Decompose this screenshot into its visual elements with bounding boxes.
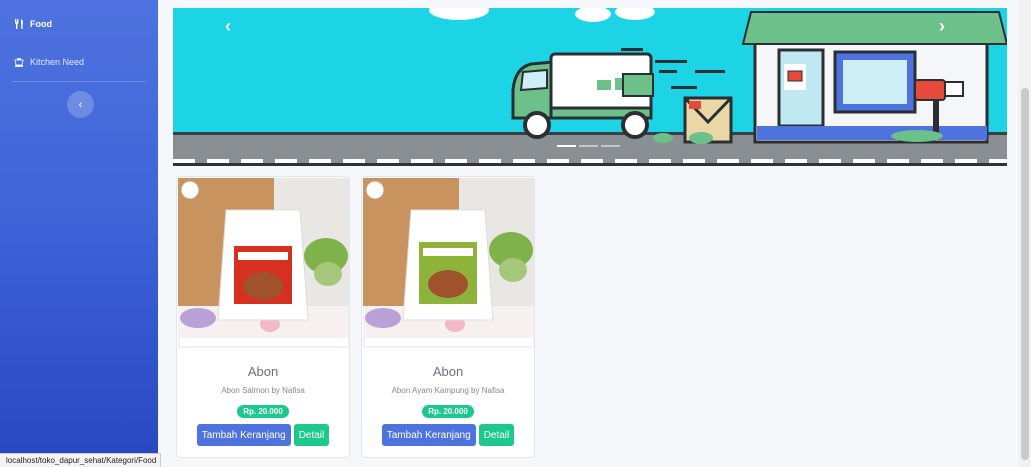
product-description: Abon Ayam Kampung by Nafisa [391,386,505,395]
carousel-next-button[interactable]: › [939,16,945,37]
app-window: food Food Kitchen Need ‹ [0,0,1031,467]
sidebar-toggle-button[interactable]: ‹ [67,91,94,118]
scrollbar-thumb[interactable] [1021,88,1029,460]
carousel-indicator[interactable] [601,145,620,147]
price-badge: Rp. 20.000 [422,405,474,418]
sidebar-item-kitchen-need[interactable]: Kitchen Need [14,57,84,67]
sidebar: Food Kitchen Need ‹ [0,0,158,467]
product-image[interactable] [363,178,534,348]
banner-carousel [173,8,1007,166]
blender-icon [14,57,24,67]
utensils-icon [14,19,24,29]
product-name: Abon [432,364,464,379]
detail-button[interactable]: Detail [478,424,515,446]
sidebar-item-label: Kitchen Need [30,57,85,67]
add-to-cart-button[interactable]: Tambah Keranjang [196,424,291,446]
product-card: Abon Abon Salmon by Nafisa Rp. 20.000 Ta… [176,176,350,458]
chevron-right-icon: › [939,16,945,36]
product-description: Abon Salmon by Nafisa [221,386,305,395]
chevron-left-icon: ‹ [78,98,83,111]
sidebar-item-food[interactable]: Food [14,19,52,29]
carousel-indicator[interactable] [557,145,576,147]
add-to-cart-button[interactable]: Tambah Keranjang [381,424,476,446]
sidebar-divider [12,81,146,82]
carousel-indicators [557,145,620,147]
product-card: Abon Abon Ayam Kampung by Nafisa Rp. 20.… [361,176,535,458]
product-name: Abon [247,364,279,379]
product-image[interactable] [178,178,349,348]
delivery-banner-illustration [173,8,1007,166]
detail-button[interactable]: Detail [293,424,330,446]
price-badge: Rp. 20.000 [237,405,289,418]
carousel-indicator[interactable] [579,145,598,147]
chevron-left-icon: ‹ [225,16,231,36]
sidebar-item-label: Food [30,19,52,29]
scrollbar[interactable] [1018,0,1031,467]
carousel-prev-button[interactable]: ‹ [225,16,231,37]
status-bar-url: localhost/toko_dapur_sehat/Kategori/Food [0,453,162,467]
